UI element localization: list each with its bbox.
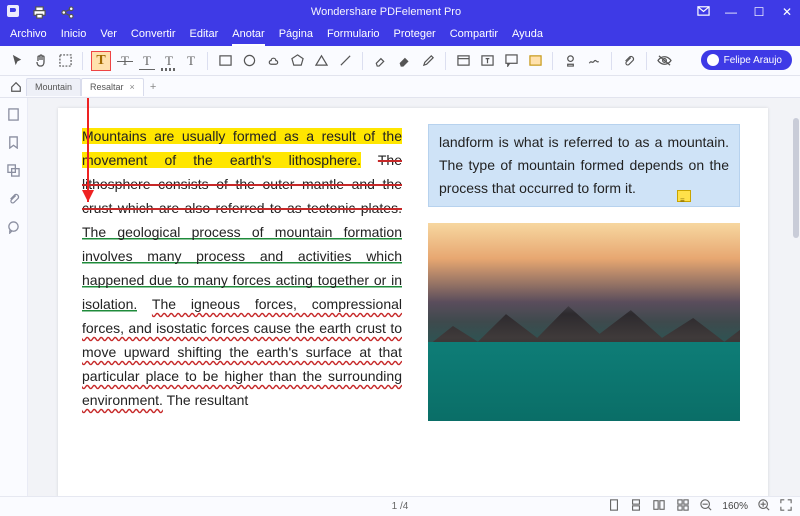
separator [445,52,446,70]
rect-shape-icon[interactable] [216,52,234,70]
page-total: 4 [403,501,409,512]
hand-tool-icon[interactable] [32,52,50,70]
tab-label: Mountain [35,82,72,92]
fullscreen-icon[interactable] [780,499,792,514]
user-chip[interactable]: Felipe Araujo [701,50,792,70]
view-continuous-icon[interactable] [630,499,642,514]
pointer-tool-icon[interactable] [8,52,26,70]
stamp-icon[interactable] [561,52,579,70]
menu-convertir[interactable]: Convertir [131,28,176,46]
page-canvas[interactable]: Mountains are usually formed as a result… [28,98,800,496]
menu-pagina[interactable]: Página [279,28,313,46]
view-single-icon[interactable] [608,499,620,514]
menu-ver[interactable]: Ver [100,28,117,46]
tab-resaltar[interactable]: Resaltar × [81,78,144,96]
menu-inicio[interactable]: Inicio [61,28,87,46]
avatar-icon [707,54,719,66]
page-current: 1 [392,501,398,512]
home-tab-icon[interactable] [6,81,26,93]
triangle-shape-icon[interactable] [312,52,330,70]
user-name: Felipe Araujo [724,55,782,66]
signature-icon[interactable] [585,52,603,70]
title-bar: Wondershare PDFelement Pro — ☐ ✕ [0,0,800,24]
plain-text: The resultant [167,392,249,408]
polygon-shape-icon[interactable] [288,52,306,70]
menu-compartir[interactable]: Compartir [450,28,498,46]
strikethrough-tool-icon[interactable]: T [117,53,133,69]
menu-proteger[interactable]: Proteger [394,28,436,46]
cloud-shape-icon[interactable] [264,52,282,70]
zoom-out-icon[interactable] [700,499,712,514]
separator [82,52,83,70]
left-column-text: Mountains are usually formed as a result… [82,124,402,412]
area-highlight-box[interactable]: landform is what is referred to as a mou… [428,124,740,207]
separator [207,52,208,70]
tab-label: Resaltar [90,82,124,92]
new-tab-icon[interactable]: + [150,81,156,93]
menu-anotar[interactable]: Anotar [232,28,264,46]
area-select-icon[interactable] [454,52,472,70]
tab-close-icon[interactable]: × [130,82,135,92]
left-sidebar [0,98,28,496]
separator [611,52,612,70]
separator [552,52,553,70]
notify-icon[interactable] [696,4,710,20]
view-facing-icon[interactable] [652,499,666,514]
zoom-value[interactable]: 160% [722,501,748,512]
textbox-icon[interactable] [478,52,496,70]
highlight-t-glyph: T [96,53,105,69]
zoom-in-icon[interactable] [758,499,770,514]
workspace: Mountains are usually formed as a result… [0,98,800,496]
underline-tool-icon[interactable]: T [139,53,155,69]
sticky-note-icon[interactable] [677,190,691,202]
squiggle-tool-icon[interactable]: T [161,53,177,69]
eraser-icon[interactable] [371,52,389,70]
menu-editar[interactable]: Editar [190,28,219,46]
window-maximize-icon[interactable]: ☐ [752,5,766,19]
menu-formulario[interactable]: Formulario [327,28,380,46]
print-icon[interactable] [30,3,48,21]
separator [362,52,363,70]
share-icon[interactable] [58,3,76,21]
hide-annot-icon[interactable] [655,52,673,70]
document-page: Mountains are usually formed as a result… [58,108,768,496]
callout-icon[interactable] [502,52,520,70]
pencil-icon[interactable] [419,52,437,70]
attachments-panel-icon[interactable] [8,192,20,209]
app-title: Wondershare PDFelement Pro [76,6,696,18]
caret-tool-icon[interactable]: T [183,53,199,69]
attachment-icon[interactable] [620,52,638,70]
line-shape-icon[interactable] [336,52,354,70]
menu-archivo[interactable]: Archivo [10,28,47,46]
status-bar: 1 /4 160% [0,496,800,516]
highlight-tool[interactable]: T [91,51,111,71]
menu-ayuda[interactable]: Ayuda [512,28,543,46]
window-close-icon[interactable]: ✕ [780,5,794,19]
annotate-toolbar: T T T T T Felipe Araujo [0,46,800,76]
marquee-tool-icon[interactable] [56,52,74,70]
comments-panel-icon[interactable] [7,221,20,237]
document-tab-bar: Mountain Resaltar × + [0,76,800,98]
menu-bar: Archivo Inicio Ver Convertir Editar Anot… [0,24,800,46]
area-highlight-icon[interactable] [526,52,544,70]
tab-mountain[interactable]: Mountain [26,78,81,96]
page-indicator[interactable]: 1 /4 [392,501,409,512]
highlighted-text[interactable]: Mountains are usually formed as a result… [82,128,402,168]
view-facing-cont-icon[interactable] [676,499,690,514]
box-text: landform is what is referred to as a mou… [439,134,729,196]
eraser-fill-icon[interactable] [395,52,413,70]
thumbnails-panel-icon[interactable] [7,108,20,124]
separator [646,52,647,70]
circle-shape-icon[interactable] [240,52,258,70]
mountain-image [428,223,740,421]
window-minimize-icon[interactable]: — [724,5,738,19]
layers-panel-icon[interactable] [7,164,20,180]
bookmarks-panel-icon[interactable] [7,136,20,152]
vertical-scrollbar[interactable] [793,118,799,238]
app-logo-icon [6,4,20,21]
